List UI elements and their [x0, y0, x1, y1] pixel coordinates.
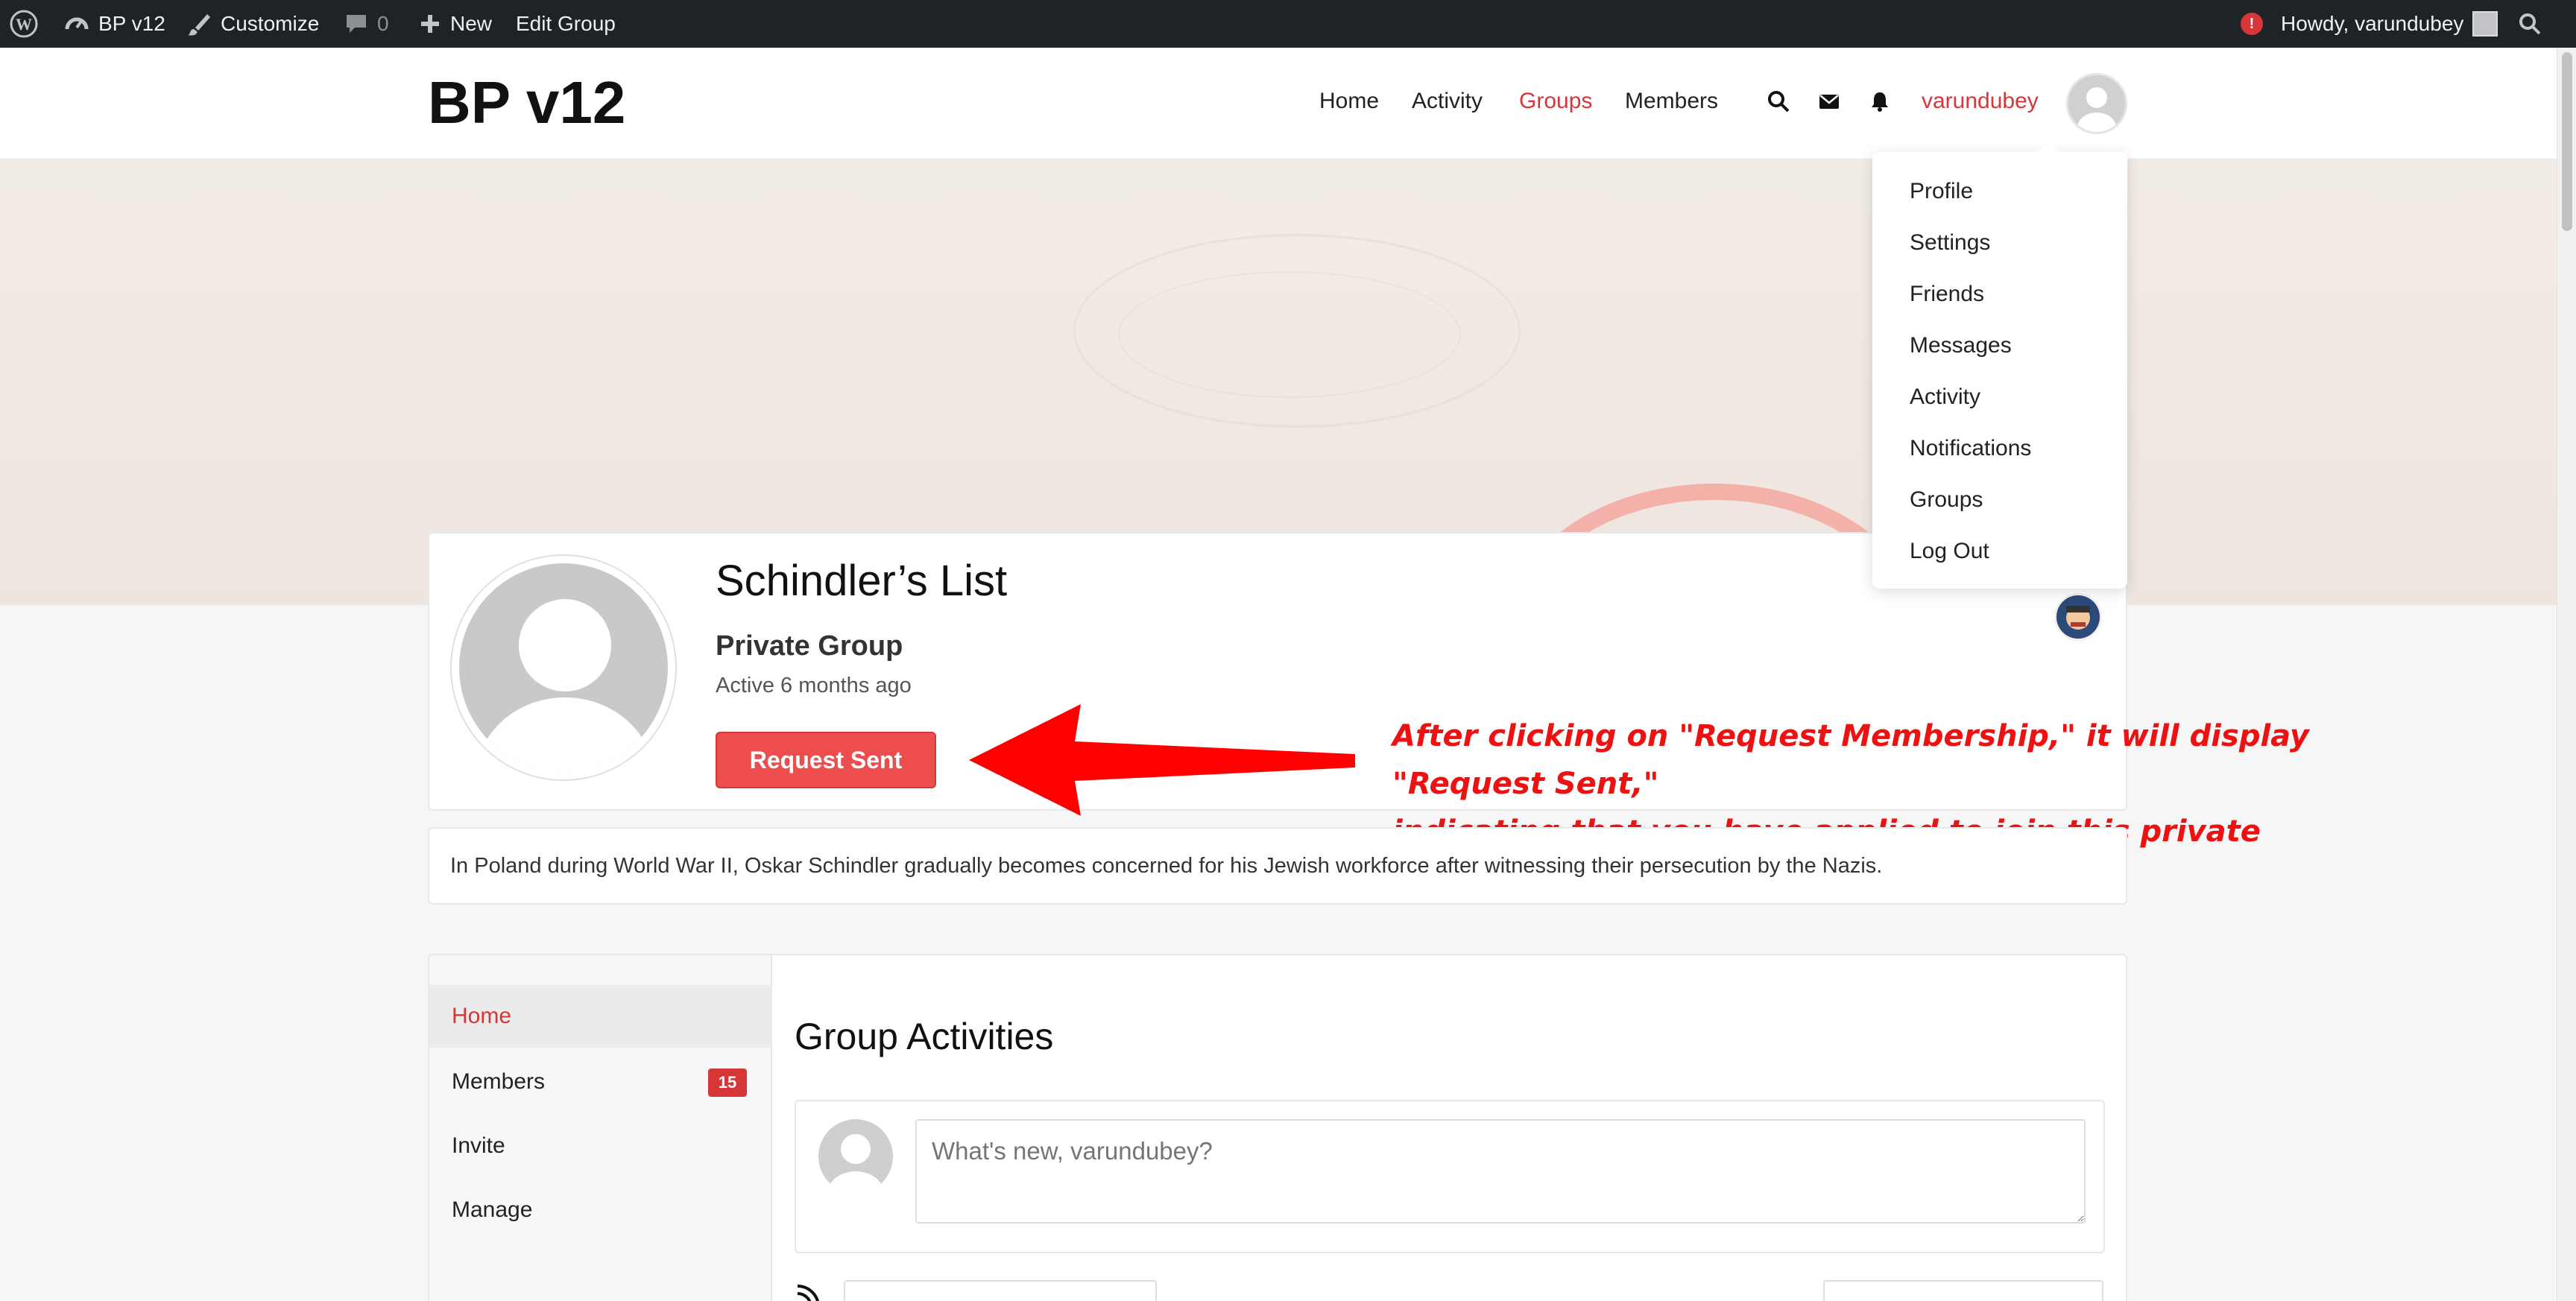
group-description-text: In Poland during World War II, Oskar Sch…	[450, 853, 1883, 878]
menu-notifications[interactable]: Notifications	[1910, 436, 2031, 461]
admin-avatar	[2472, 11, 2498, 37]
menu-log-out[interactable]: Log Out	[1910, 539, 1989, 564]
group-name: Schindler’s List	[716, 557, 1008, 605]
default-avatar-icon	[2077, 87, 2116, 132]
cover-decoration	[1118, 271, 1461, 398]
comment-bubble-icon	[347, 15, 366, 33]
default-avatar-icon	[827, 1134, 884, 1194]
site-header: BP v12 Home Activity Groups Members varu…	[0, 48, 2576, 159]
group-nav: Home Members 15 Invite Manage	[429, 955, 772, 1301]
user-dropdown-menu: Profile Settings Friends Messages Activi…	[1872, 142, 2127, 589]
bell-icon[interactable]	[1868, 89, 1892, 113]
site-title[interactable]: BP v12	[428, 69, 625, 137]
group-nav-manage[interactable]: Manage	[429, 1179, 772, 1241]
group-nav-members[interactable]: Members 15	[429, 1051, 772, 1113]
search-icon	[2519, 13, 2541, 35]
admin-notifications[interactable]: !	[2241, 0, 2263, 48]
search-icon[interactable]	[1767, 89, 1790, 113]
group-description: In Poland during World War II, Oskar Sch…	[428, 827, 2127, 905]
group-nav-label: Home	[452, 1004, 512, 1028]
menu-settings[interactable]: Settings	[1910, 230, 1990, 256]
group-avatar[interactable]	[450, 554, 677, 781]
group-activities-title: Group Activities	[795, 1016, 1054, 1057]
menu-messages[interactable]: Messages	[1910, 333, 2012, 358]
page-scrollbar[interactable]	[2557, 48, 2576, 1301]
activity-post-form	[795, 1100, 2105, 1253]
cartoon-face-icon	[2056, 595, 2100, 639]
nav-members[interactable]: Members	[1625, 89, 1718, 114]
default-avatar-icon	[459, 563, 668, 772]
admin-customize-label: Customize	[221, 12, 320, 35]
activity-search-input[interactable]	[844, 1280, 1157, 1301]
group-type: Private Group	[716, 630, 903, 662]
admin-edit-group-link[interactable]: Edit Group	[516, 0, 616, 48]
group-main: Home Members 15 Invite Manage Group Acti…	[428, 954, 2127, 1301]
admin-bar: W BP v12 Customize 0 New Edit Group ! Ho…	[0, 0, 2576, 48]
menu-groups[interactable]: Groups	[1910, 487, 1983, 513]
notification-alert-icon: !	[2241, 13, 2263, 35]
menu-friends[interactable]: Friends	[1910, 282, 1984, 307]
dashboard-icon	[65, 17, 89, 30]
user-avatar[interactable]	[2066, 73, 2127, 134]
nav-activity[interactable]: Activity	[1412, 89, 1483, 114]
group-nav-label: Invite	[452, 1133, 505, 1158]
brush-icon	[188, 14, 210, 36]
admin-search[interactable]	[2518, 0, 2542, 48]
admin-edit-group-label: Edit Group	[516, 12, 616, 35]
group-nav-invite[interactable]: Invite	[429, 1115, 772, 1177]
nav-home[interactable]: Home	[1319, 89, 1379, 114]
nav-username[interactable]: varundubey	[1922, 89, 2039, 114]
admin-howdy: Howdy, varundubey	[2281, 12, 2464, 35]
scrollbar-thumb[interactable]	[2562, 52, 2572, 231]
admin-account-menu[interactable]: Howdy, varundubey	[2281, 0, 2498, 48]
envelope-icon[interactable]	[1817, 89, 1841, 113]
activity-filter-select[interactable]	[1823, 1280, 2103, 1301]
post-user-avatar	[818, 1119, 893, 1194]
group-nav-label: Members	[452, 1069, 546, 1094]
annotation-line-1: After clicking on "Request Membership," …	[1392, 719, 2309, 801]
group-nav-label: Manage	[452, 1197, 533, 1222]
menu-profile[interactable]: Profile	[1910, 179, 1973, 204]
nav-groups[interactable]: Groups	[1519, 89, 1592, 114]
admin-customize-link[interactable]: Customize	[186, 0, 319, 48]
rss-icon[interactable]	[796, 1283, 821, 1301]
group-last-active: Active 6 months ago	[716, 674, 912, 697]
menu-activity[interactable]: Activity	[1910, 384, 1980, 410]
admin-new-link[interactable]: New	[419, 0, 492, 48]
request-sent-button[interactable]: Request Sent	[716, 732, 936, 788]
admin-comments-count: 0	[377, 12, 389, 35]
whats-new-input[interactable]	[915, 1119, 2086, 1224]
admin-site-link[interactable]: BP v12	[64, 0, 165, 48]
admin-new-label: New	[450, 12, 493, 35]
svg-text:W: W	[16, 15, 32, 34]
group-nav-home[interactable]: Home	[429, 985, 772, 1048]
admin-site-name: BP v12	[98, 12, 165, 35]
members-count-badge: 15	[708, 1069, 747, 1097]
wordpress-logo-icon[interactable]: W	[9, 0, 39, 48]
admin-comments-link[interactable]: 0	[344, 0, 389, 48]
red-arrow-icon	[969, 704, 1355, 816]
plus-icon	[421, 15, 439, 33]
group-admin-avatar[interactable]	[2054, 593, 2102, 641]
